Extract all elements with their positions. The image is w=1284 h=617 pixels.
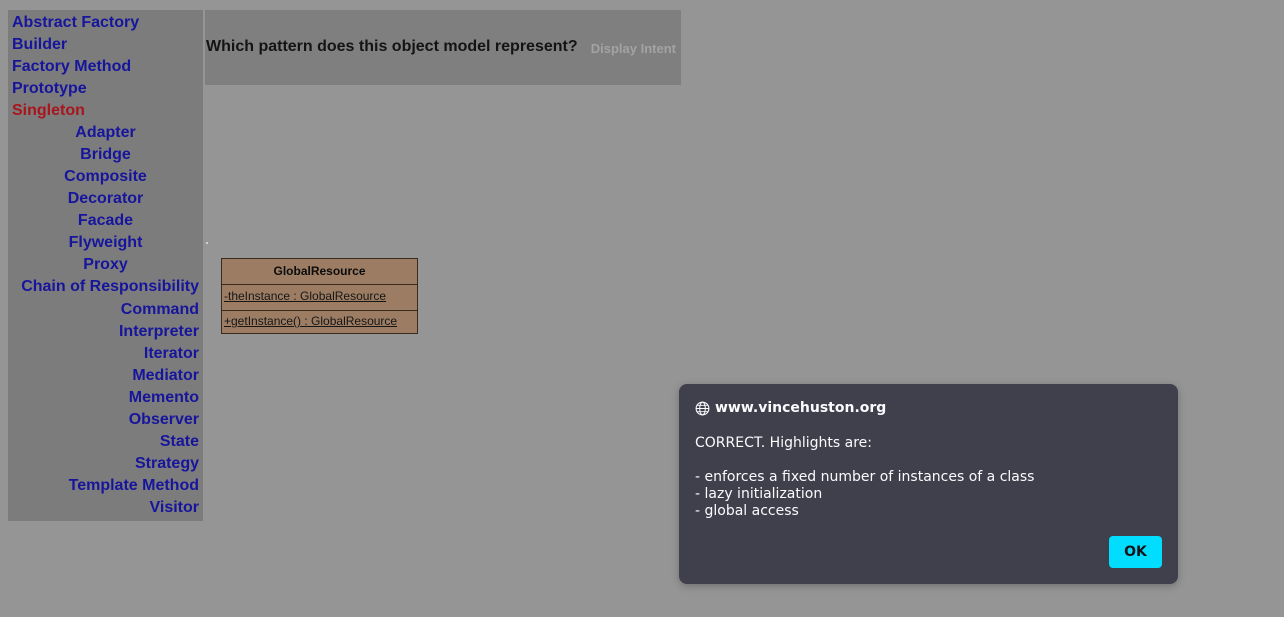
dialog-message-line: - global access bbox=[695, 503, 799, 519]
decorative-dot bbox=[206, 242, 208, 244]
nav-link-bridge[interactable]: Bridge bbox=[8, 144, 203, 166]
alert-dialog: www.vincehuston.org CORRECT. Highlights … bbox=[679, 384, 1178, 584]
uml-class-name: GlobalResource bbox=[222, 259, 417, 285]
nav-link-observer[interactable]: Observer bbox=[129, 409, 199, 431]
nav-link-mediator[interactable]: Mediator bbox=[132, 365, 199, 387]
nav-link-proxy[interactable]: Proxy bbox=[8, 254, 203, 276]
dialog-message-line: CORRECT. Highlights are: bbox=[695, 435, 872, 451]
nav-link-interpreter[interactable]: Interpreter bbox=[119, 321, 199, 343]
nav-link-state[interactable]: State bbox=[160, 431, 199, 453]
nav-link-builder[interactable]: Builder bbox=[12, 34, 67, 56]
nav-link-chain-of-responsibility[interactable]: Chain of Responsibility bbox=[21, 276, 199, 298]
nav-link-flyweight[interactable]: Flyweight bbox=[8, 232, 203, 254]
dialog-message-line: - enforces a fixed number of instances o… bbox=[695, 469, 1035, 485]
globe-icon bbox=[695, 401, 710, 415]
nav-link-visitor[interactable]: Visitor bbox=[150, 497, 200, 519]
dialog-message-line: - lazy initialization bbox=[695, 486, 823, 502]
uml-operation: +getInstance() : GlobalResource bbox=[224, 314, 398, 328]
nav-link-facade[interactable]: Facade bbox=[8, 210, 203, 232]
question-bar: Which pattern does this object model rep… bbox=[205, 10, 681, 85]
dialog-message: CORRECT. Highlights are: - enforces a fi… bbox=[695, 435, 1034, 520]
nav-link-adapter[interactable]: Adapter bbox=[8, 122, 203, 144]
question-text: Which pattern does this object model rep… bbox=[206, 38, 578, 55]
uml-class-diagram: GlobalResource -theInstance : GlobalReso… bbox=[221, 258, 418, 334]
nav-link-decorator[interactable]: Decorator bbox=[8, 188, 203, 210]
nav-link-memento[interactable]: Memento bbox=[129, 387, 199, 409]
nav-link-command[interactable]: Command bbox=[121, 299, 199, 321]
nav-link-strategy[interactable]: Strategy bbox=[135, 453, 199, 475]
nav-link-singleton[interactable]: Singleton bbox=[12, 100, 85, 122]
pattern-sidebar: Abstract Factory Builder Factory Method … bbox=[8, 10, 203, 521]
nav-link-abstract-factory[interactable]: Abstract Factory bbox=[12, 12, 139, 34]
nav-link-prototype[interactable]: Prototype bbox=[12, 78, 87, 100]
uml-attribute: -theInstance : GlobalResource bbox=[222, 285, 417, 311]
nav-link-composite[interactable]: Composite bbox=[8, 166, 203, 188]
ok-button[interactable]: OK bbox=[1109, 536, 1162, 568]
nav-link-factory-method[interactable]: Factory Method bbox=[12, 56, 131, 78]
dialog-origin-text: www.vincehuston.org bbox=[715, 400, 887, 416]
nav-link-iterator[interactable]: Iterator bbox=[144, 343, 199, 365]
dialog-message-line bbox=[695, 452, 1034, 469]
dialog-origin: www.vincehuston.org bbox=[695, 400, 886, 416]
nav-link-template-method[interactable]: Template Method bbox=[69, 475, 199, 497]
display-intent-link[interactable]: Display Intent bbox=[591, 41, 676, 56]
